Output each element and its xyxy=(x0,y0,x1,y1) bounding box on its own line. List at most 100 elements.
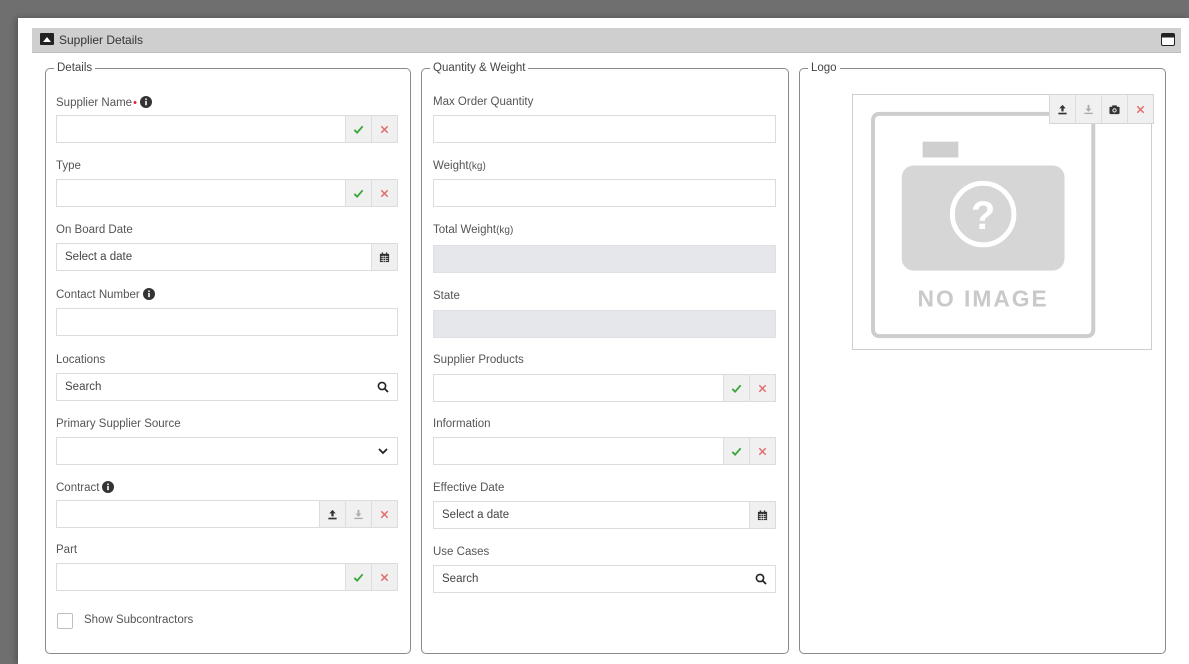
calendar-icon xyxy=(379,251,390,262)
primary-supplier-source-select[interactable] xyxy=(56,437,398,465)
supplier-name-input[interactable] xyxy=(56,115,398,143)
locations-placeholder: Search xyxy=(65,381,102,393)
contract-label: Contract xyxy=(56,481,115,494)
info-icon[interactable] xyxy=(102,481,115,493)
info-icon[interactable] xyxy=(139,96,152,108)
search-icon[interactable] xyxy=(377,381,389,393)
contract-clear-button[interactable] xyxy=(371,501,397,527)
use-cases-placeholder: Search xyxy=(442,573,479,585)
max-order-quantity-input[interactable] xyxy=(433,115,776,143)
information-input[interactable] xyxy=(433,437,776,465)
type-label: Type xyxy=(56,160,81,172)
on-board-date-placeholder: Select a date xyxy=(65,251,133,263)
contact-number-label-text: Contact Number xyxy=(56,289,140,301)
no-image-text: NO IMAGE xyxy=(918,285,1049,311)
locations-search-input[interactable]: Search xyxy=(56,373,398,401)
state-input xyxy=(433,310,776,338)
quantity-weight-legend: Quantity & Weight xyxy=(433,62,526,74)
check-icon xyxy=(731,447,742,456)
supplier-products-clear-button[interactable] xyxy=(749,375,775,401)
effective-date-label: Effective Date xyxy=(433,482,505,494)
part-confirm-button[interactable] xyxy=(345,564,371,590)
upload-icon xyxy=(1058,104,1067,114)
logo-clear-button[interactable] xyxy=(1127,95,1153,123)
logo-legend: Logo xyxy=(811,62,837,74)
panel-title: Supplier Details xyxy=(59,33,144,47)
svg-text:?: ? xyxy=(971,194,995,238)
logo-download-button[interactable] xyxy=(1075,95,1101,123)
panel-header: Supplier Details xyxy=(32,28,1181,53)
contract-input[interactable] xyxy=(56,500,398,528)
use-cases-label: Use Cases xyxy=(433,546,490,558)
information-confirm-button[interactable] xyxy=(723,438,749,464)
part-input[interactable] xyxy=(56,563,398,591)
supplier-products-confirm-button[interactable] xyxy=(723,375,749,401)
download-icon xyxy=(354,509,363,519)
maximize-icon[interactable] xyxy=(1161,33,1175,46)
logo-camera-button[interactable] xyxy=(1101,95,1127,123)
contact-number-input[interactable] xyxy=(56,308,398,336)
show-subcontractors-checkbox[interactable] xyxy=(57,613,73,629)
x-icon xyxy=(758,384,767,392)
part-label: Part xyxy=(56,544,78,556)
logo-image-placeholder[interactable]: ? NO IMAGE xyxy=(852,94,1152,350)
logo-toolbar xyxy=(1049,94,1154,124)
weight-input[interactable] xyxy=(433,179,776,207)
x-icon xyxy=(380,510,389,518)
on-board-date-calendar-button[interactable] xyxy=(371,244,397,270)
effective-date-input[interactable]: Select a date xyxy=(433,501,776,529)
effective-date-placeholder: Select a date xyxy=(442,509,510,521)
contract-label-text: Contract xyxy=(56,482,100,494)
details-legend: Details xyxy=(57,62,93,74)
on-board-date-label: On Board Date xyxy=(56,224,133,236)
required-marker: • xyxy=(133,97,137,109)
info-icon[interactable] xyxy=(142,288,155,300)
camera-icon xyxy=(1109,104,1120,114)
contract-download-button[interactable] xyxy=(345,501,371,527)
supplier-name-confirm-button[interactable] xyxy=(345,116,371,142)
x-icon xyxy=(758,447,767,455)
type-input[interactable] xyxy=(56,179,398,207)
weight-label-text: Weight xyxy=(433,160,469,172)
download-icon xyxy=(1084,104,1093,114)
effective-date-calendar-button[interactable] xyxy=(749,502,775,528)
show-subcontractors-label: Show Subcontractors xyxy=(84,614,194,626)
x-icon xyxy=(380,573,389,581)
weight-label: Weight(kg) xyxy=(433,160,486,172)
use-cases-search-input[interactable]: Search xyxy=(433,565,776,593)
check-icon xyxy=(731,384,742,393)
x-icon xyxy=(380,125,389,133)
contact-number-label: Contact Number xyxy=(56,288,155,301)
calendar-icon xyxy=(757,509,768,520)
check-icon xyxy=(353,125,364,134)
on-board-date-input[interactable]: Select a date xyxy=(56,243,398,271)
total-weight-unit: (kg) xyxy=(496,225,514,236)
supplier-products-label: Supplier Products xyxy=(433,354,524,366)
x-icon xyxy=(1136,105,1145,113)
part-clear-button[interactable] xyxy=(371,564,397,590)
supplier-details-window: Supplier Details Details Supplier Name• … xyxy=(18,18,1189,664)
logo-upload-button[interactable] xyxy=(1050,95,1075,123)
contract-upload-button[interactable] xyxy=(319,501,345,527)
state-label: State xyxy=(433,290,460,302)
total-weight-input xyxy=(433,245,776,273)
supplier-name-label: Supplier Name• xyxy=(56,96,152,109)
panel-icon xyxy=(40,33,54,45)
check-icon xyxy=(353,189,364,198)
max-order-quantity-label: Max Order Quantity xyxy=(433,96,534,108)
upload-icon xyxy=(328,509,337,519)
information-label: Information xyxy=(433,418,491,430)
type-clear-button[interactable] xyxy=(371,180,397,206)
type-confirm-button[interactable] xyxy=(345,180,371,206)
total-weight-label-text: Total Weight xyxy=(433,224,497,236)
no-image-icon: ? NO IMAGE xyxy=(871,111,1096,339)
search-icon[interactable] xyxy=(755,573,767,585)
locations-label: Locations xyxy=(56,354,106,366)
x-icon xyxy=(380,189,389,197)
information-clear-button[interactable] xyxy=(749,438,775,464)
check-icon xyxy=(353,573,364,582)
primary-supplier-source-label: Primary Supplier Source xyxy=(56,418,181,430)
supplier-products-input[interactable] xyxy=(433,374,776,402)
total-weight-label: Total Weight(kg) xyxy=(433,224,513,236)
supplier-name-clear-button[interactable] xyxy=(371,116,397,142)
